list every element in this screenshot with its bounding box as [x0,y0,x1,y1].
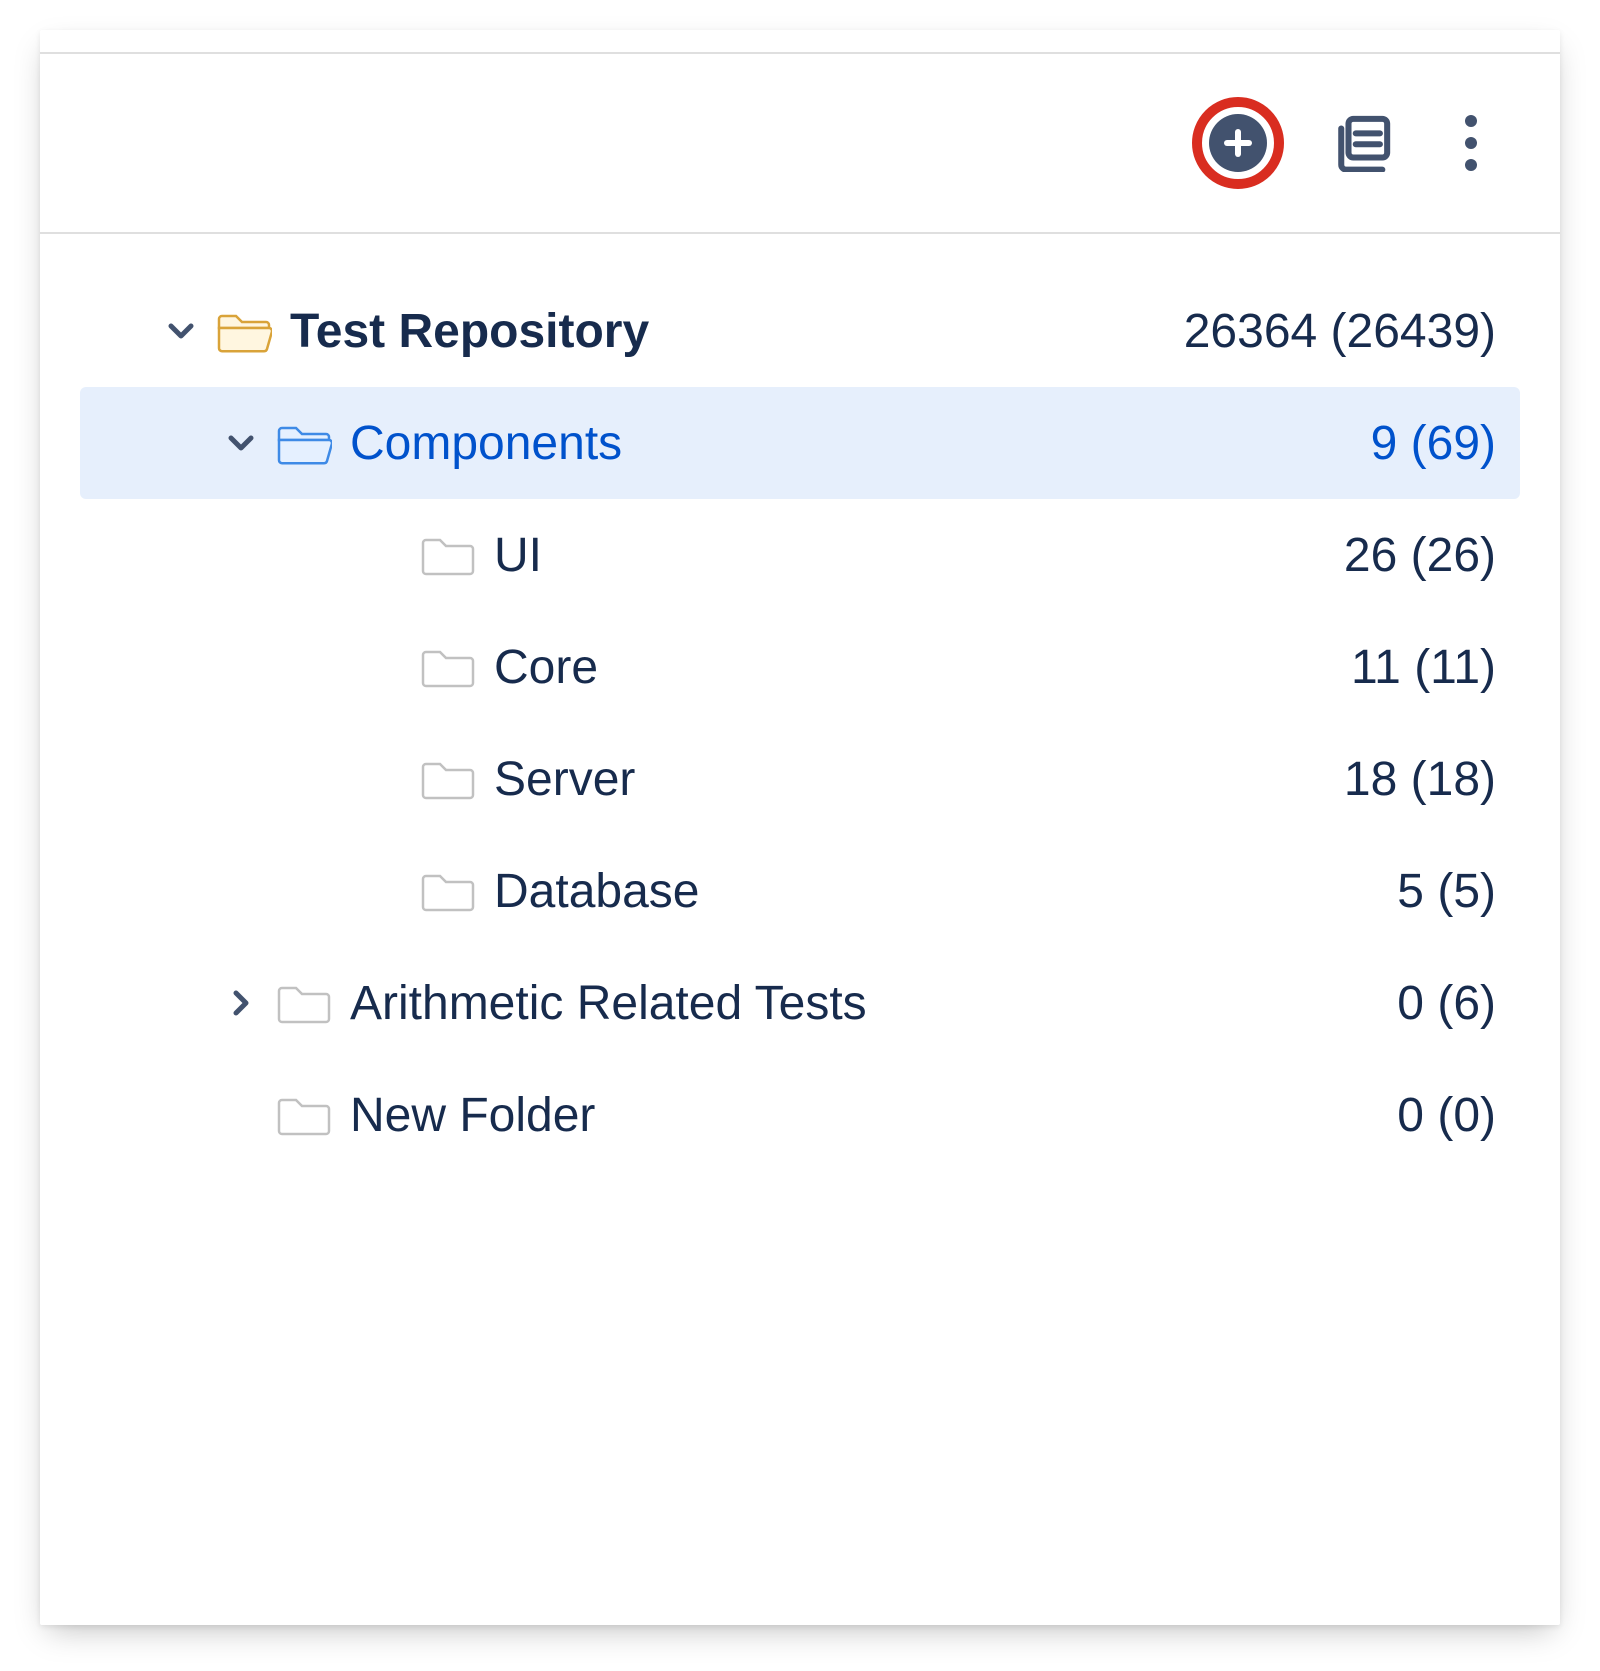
node-label: UI [494,528,1344,583]
folder-open-icon [216,309,272,353]
node-label: New Folder [350,1088,1397,1143]
folder-icon [420,533,476,577]
expand-toggle[interactable] [160,310,202,352]
toolbar [40,54,1560,234]
panel-view-button[interactable] [1334,114,1392,172]
node-label: Components [350,416,1371,471]
plus-icon [1209,114,1267,172]
more-menu-button[interactable] [1442,114,1500,172]
tree-item-database[interactable]: Database 5 (5) [80,835,1520,947]
expand-toggle[interactable] [220,982,262,1024]
add-button[interactable] [1192,97,1284,189]
node-count: 0 (0) [1397,1088,1496,1143]
folder-icon [420,645,476,689]
node-label: Database [494,864,1397,919]
folder-icon [420,757,476,801]
node-count: 0 (6) [1397,976,1496,1031]
kebab-dot-icon [1465,137,1477,149]
node-label: Server [494,752,1344,807]
node-label: Arithmetic Related Tests [350,976,1397,1031]
tree-item-arithmetic[interactable]: Arithmetic Related Tests 0 (6) [80,947,1520,1059]
node-count: 11 (11) [1351,640,1496,695]
tree-root[interactable]: Test Repository 26364 (26439) [80,275,1520,387]
folder-icon [276,981,332,1025]
tree-item-ui[interactable]: UI 26 (26) [80,499,1520,611]
folder-open-icon [276,421,332,465]
node-label: Core [494,640,1351,695]
chevron-right-icon [226,988,256,1018]
folder-tree: Test Repository 26364 (26439) Components… [40,255,1560,1171]
chevron-down-icon [166,316,196,346]
node-count: 26364 (26439) [1184,304,1496,359]
node-count: 26 (26) [1344,528,1496,583]
folder-icon [420,869,476,913]
tree-item-newfolder[interactable]: New Folder 0 (0) [80,1059,1520,1171]
node-count: 5 (5) [1397,864,1496,919]
panel-icon [1334,114,1392,172]
tree-panel: Test Repository 26364 (26439) Components… [40,30,1560,1625]
folder-icon [276,1093,332,1137]
kebab-dot-icon [1465,115,1477,127]
expand-toggle[interactable] [220,422,262,464]
node-label: Test Repository [290,304,1184,359]
kebab-dot-icon [1465,159,1477,171]
chevron-down-icon [226,428,256,458]
tree-item-core[interactable]: Core 11 (11) [80,611,1520,723]
node-count: 9 (69) [1371,416,1496,471]
tree-item-components[interactable]: Components 9 (69) [80,387,1520,499]
tree-item-server[interactable]: Server 18 (18) [80,723,1520,835]
node-count: 18 (18) [1344,752,1496,807]
